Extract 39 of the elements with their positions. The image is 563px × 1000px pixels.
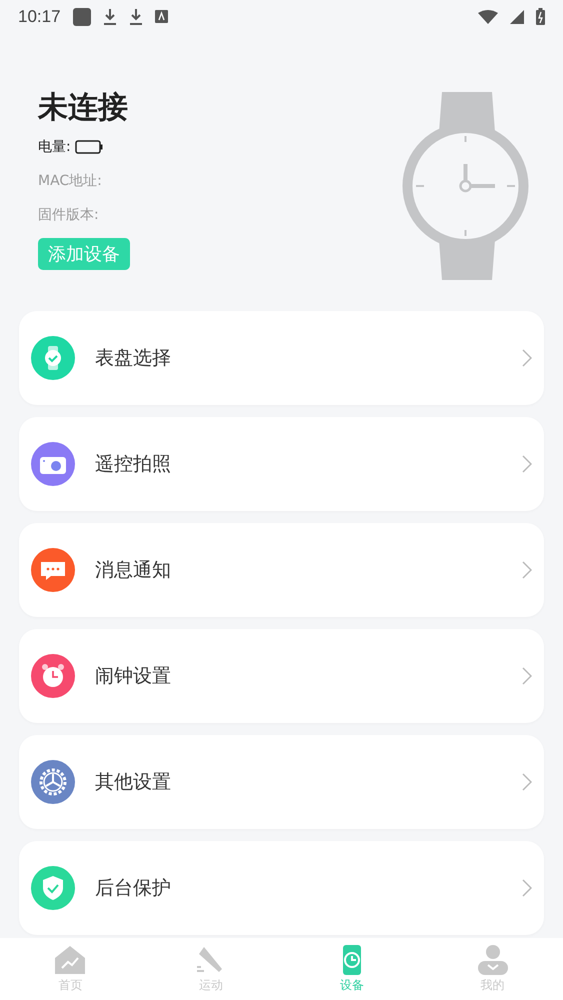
menu-card[interactable]: 遥控拍照 (19, 417, 544, 511)
mac-address-label: MAC地址: (38, 172, 102, 190)
battery-icon (74, 140, 103, 154)
download-icon (102, 8, 117, 26)
menu-label: 遥控拍照 (95, 452, 172, 477)
status-time: 10:17 (18, 6, 61, 26)
chevron-right-icon (522, 667, 532, 685)
menu-card[interactable]: 表盘选择 (19, 311, 544, 405)
watch-icon (31, 336, 75, 380)
person-icon (476, 944, 509, 974)
keyboard-notification-icon (154, 10, 168, 23)
chevron-right-icon (522, 879, 532, 897)
house-icon (54, 944, 86, 974)
download-icon (128, 8, 143, 26)
signal-icon (510, 10, 524, 24)
shield-icon (31, 866, 75, 910)
menu-card[interactable]: 后台保护 (19, 841, 544, 935)
menu-label: 消息通知 (95, 558, 172, 583)
alarm-icon (31, 654, 75, 698)
battery-charging-icon (536, 8, 545, 25)
camera-icon (31, 442, 75, 486)
menu-label: 闹钟设置 (95, 664, 172, 689)
menu-label: 其他设置 (95, 770, 172, 795)
menu-card[interactable]: 其他设置 (19, 735, 544, 829)
app-notification-icon (72, 8, 91, 26)
battery-label: 电量: (38, 138, 71, 156)
firmware-version-label: 固件版本: (38, 206, 99, 224)
menu-card[interactable]: 消息通知 (19, 523, 544, 617)
menu-label: 表盘选择 (95, 346, 172, 371)
wifi-icon (478, 10, 498, 24)
menu-label: 后台保护 (95, 876, 172, 901)
menu-card[interactable]: 闹钟设置 (19, 629, 544, 723)
chevron-right-icon (522, 455, 532, 473)
message-icon (31, 548, 75, 592)
chevron-right-icon (522, 773, 532, 791)
chevron-right-icon (522, 561, 532, 579)
connection-status: 未连接 (38, 89, 128, 127)
chevron-right-icon (522, 349, 532, 367)
gear-icon (31, 760, 75, 804)
